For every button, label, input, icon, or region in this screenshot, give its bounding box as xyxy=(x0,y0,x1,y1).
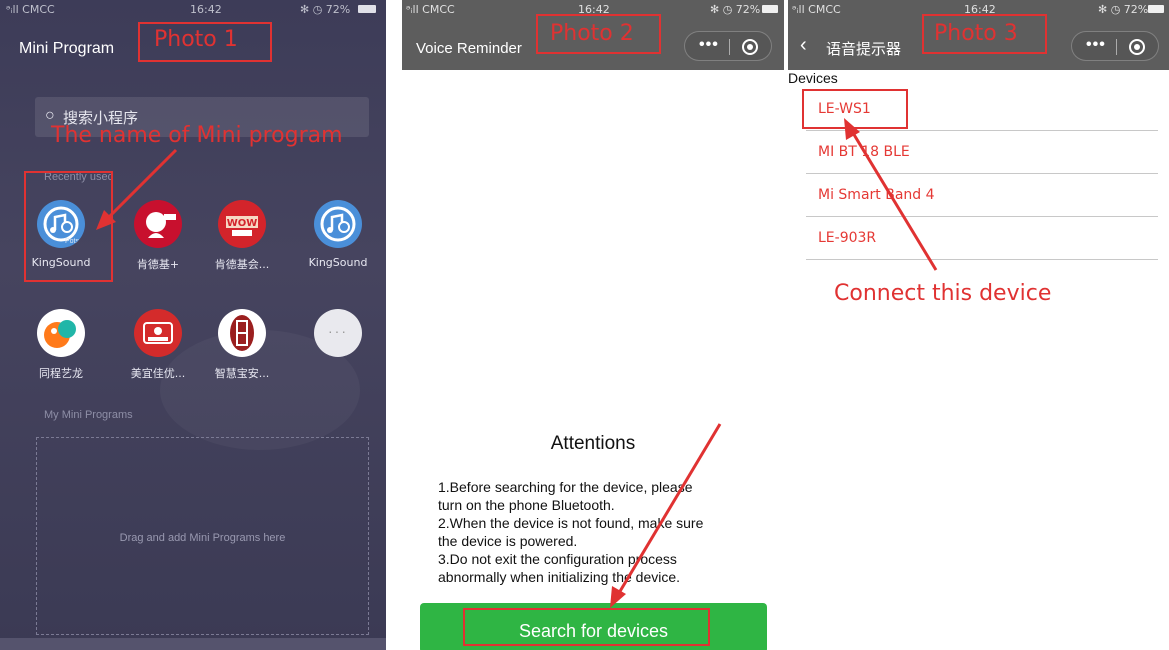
photo-3-panel: ᵊᵢll CMCC 16:42 ✻ ◷ 72% ‹ 语音提示器 Photo 3 … xyxy=(788,0,1169,650)
photo-2-panel: ᵊᵢll CMCC 16:42 ✻ ◷ 72% Voice Reminder P… xyxy=(402,0,784,650)
photo-1-panel: ᵊᵢll CMCC 16:42 ✻ ◷ 72% Mini Program Pho… xyxy=(0,0,386,650)
annotation-arrow-3 xyxy=(844,118,938,271)
annotation-arrow-1 xyxy=(96,148,178,230)
annotation-arrow-2 xyxy=(610,423,722,608)
